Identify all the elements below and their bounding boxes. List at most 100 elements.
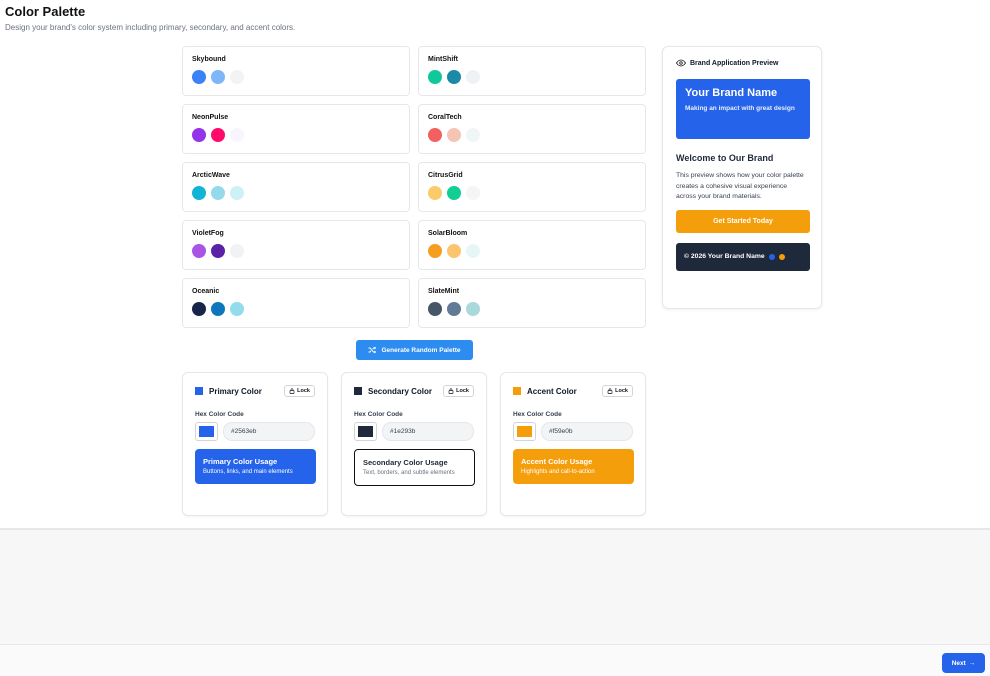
color-card-header: Accent Color Lock bbox=[513, 385, 633, 397]
lock-icon bbox=[289, 388, 295, 394]
color-swatch-dot bbox=[466, 302, 480, 316]
color-picker-swatch[interactable] bbox=[354, 422, 377, 441]
palette-card[interactable]: VioletFog bbox=[182, 220, 410, 270]
color-swatch-dot bbox=[428, 128, 442, 142]
color-square bbox=[513, 387, 521, 395]
color-picker-swatch[interactable] bbox=[195, 422, 218, 441]
palette-card[interactable]: Skybound bbox=[182, 46, 410, 96]
hex-label: Hex Color Code bbox=[354, 411, 403, 418]
color-square bbox=[195, 387, 203, 395]
color-picker-swatch[interactable] bbox=[513, 422, 536, 441]
color-swatch-dot bbox=[428, 244, 442, 258]
palette-name: ArcticWave bbox=[192, 172, 230, 179]
palette-name: Skybound bbox=[192, 56, 226, 63]
lock-label: Lock bbox=[297, 388, 310, 394]
color-card-title: Secondary Color bbox=[354, 387, 432, 396]
color-swatch-dot bbox=[466, 70, 480, 84]
lock-button[interactable]: Lock bbox=[602, 385, 633, 397]
color-card-header: Secondary Color Lock bbox=[354, 385, 474, 397]
usage-box: Accent Color Usage Highlights and call-to… bbox=[513, 449, 634, 485]
hex-input[interactable]: #2563eb bbox=[223, 422, 315, 441]
palette-card[interactable]: NeonPulse bbox=[182, 104, 410, 154]
color-card: Accent Color Lock Hex Color Code #f59e0b Acc… bbox=[500, 372, 646, 516]
color-swatch-dot bbox=[447, 302, 461, 316]
page: Color Palette Design your brand's color … bbox=[0, 0, 990, 676]
lock-button[interactable]: Lock bbox=[443, 385, 474, 397]
palette-swatches bbox=[192, 244, 400, 258]
palette-card[interactable]: CitrusGrid bbox=[418, 162, 646, 212]
usage-title: Accent Color Usage bbox=[521, 457, 593, 466]
color-swatch-dot bbox=[466, 128, 480, 142]
color-swatch-dot bbox=[447, 70, 461, 84]
next-label: Next bbox=[951, 659, 966, 667]
palette-card[interactable]: Oceanic bbox=[182, 278, 410, 328]
hex-label: Hex Color Code bbox=[513, 411, 562, 418]
palette-swatches bbox=[192, 70, 400, 84]
preview-welcome: Welcome to Our Brand bbox=[676, 153, 774, 163]
usage-title: Secondary Color Usage bbox=[363, 458, 448, 467]
arrow-right-icon: → bbox=[968, 659, 976, 667]
color-swatch-dot bbox=[192, 70, 206, 84]
hex-label: Hex Color Code bbox=[195, 411, 244, 418]
shuffle-icon bbox=[368, 346, 377, 354]
usage-box: Secondary Color Usage Text, borders, and … bbox=[354, 449, 475, 487]
palette-name: Oceanic bbox=[192, 288, 220, 295]
palette-card[interactable]: SlateMint bbox=[418, 278, 646, 328]
next-button[interactable]: Next → bbox=[942, 653, 985, 673]
palette-card[interactable]: MintShift bbox=[418, 46, 646, 96]
palette-grid: Skybound MintShift NeonPulse CoralTech Arcti… bbox=[182, 46, 646, 328]
preview-brand-name: Your Brand Name bbox=[685, 87, 778, 99]
color-swatch-dot bbox=[447, 244, 461, 258]
generate-label: Generate Random Palette bbox=[381, 346, 461, 354]
color-card: Secondary Color Lock Hex Color Code #1e293b… bbox=[341, 372, 487, 516]
palette-swatches bbox=[192, 186, 400, 200]
color-swatch-dot bbox=[211, 70, 225, 84]
primary-dot bbox=[768, 253, 775, 260]
hex-row: #f59e0b bbox=[513, 422, 633, 441]
color-swatch-dot bbox=[428, 70, 442, 84]
color-square bbox=[354, 387, 362, 395]
color-swatch-dot bbox=[230, 128, 244, 142]
lower-area bbox=[0, 530, 990, 644]
palette-name: VioletFog bbox=[192, 230, 224, 237]
preview-tagline: Making an impact with great design bbox=[685, 105, 795, 112]
color-swatch-dot bbox=[211, 244, 225, 258]
hex-input[interactable]: #f59e0b bbox=[541, 422, 633, 441]
generate-random-palette-button[interactable]: Generate Random Palette bbox=[356, 340, 473, 360]
palette-name: MintShift bbox=[428, 56, 458, 63]
color-swatch-dot bbox=[230, 244, 244, 258]
color-card-title: Accent Color bbox=[513, 387, 577, 396]
preview-footer: © 2026 Your Brand Name bbox=[676, 242, 810, 271]
color-card: Primary Color Lock Hex Color Code #2563eb Pr… bbox=[182, 372, 328, 516]
lock-label: Lock bbox=[456, 388, 469, 394]
color-card-title: Primary Color bbox=[195, 387, 262, 396]
usage-box: Primary Color Usage Buttons, links, and m… bbox=[195, 449, 316, 485]
color-swatch-dot bbox=[192, 128, 206, 142]
palette-name: SlateMint bbox=[428, 288, 460, 295]
color-swatch-dot bbox=[230, 302, 244, 316]
color-swatch-dot bbox=[447, 186, 461, 200]
palette-name: CoralTech bbox=[428, 114, 462, 121]
hex-row: #2563eb bbox=[195, 422, 315, 441]
bottom-bar bbox=[0, 644, 990, 676]
preview-cta-button[interactable]: Get Started Today bbox=[676, 209, 810, 233]
lock-button[interactable]: Lock bbox=[284, 385, 315, 397]
palette-card[interactable]: CoralTech bbox=[418, 104, 646, 154]
lock-icon bbox=[448, 388, 454, 394]
page-subtitle: Design your brand's color system includi… bbox=[5, 23, 296, 32]
color-swatch-dot bbox=[428, 302, 442, 316]
brand-preview-panel: Brand Application Preview Your Brand Nam… bbox=[662, 46, 822, 309]
palette-swatches bbox=[428, 70, 636, 84]
color-swatch-dot bbox=[211, 186, 225, 200]
color-swatch-dot bbox=[230, 186, 244, 200]
page-header: Color Palette Design your brand's color … bbox=[5, 4, 295, 32]
palette-swatches bbox=[428, 244, 636, 258]
color-swatch-dot bbox=[466, 186, 480, 200]
palette-card[interactable]: ArcticWave bbox=[182, 162, 410, 212]
color-swatch-dot bbox=[211, 128, 225, 142]
usage-title: Primary Color Usage bbox=[203, 457, 278, 466]
hex-input[interactable]: #1e293b bbox=[382, 422, 474, 441]
palette-card[interactable]: SolarBloom bbox=[418, 220, 646, 270]
accent-dot bbox=[778, 253, 785, 260]
color-swatch-dot bbox=[211, 302, 225, 316]
